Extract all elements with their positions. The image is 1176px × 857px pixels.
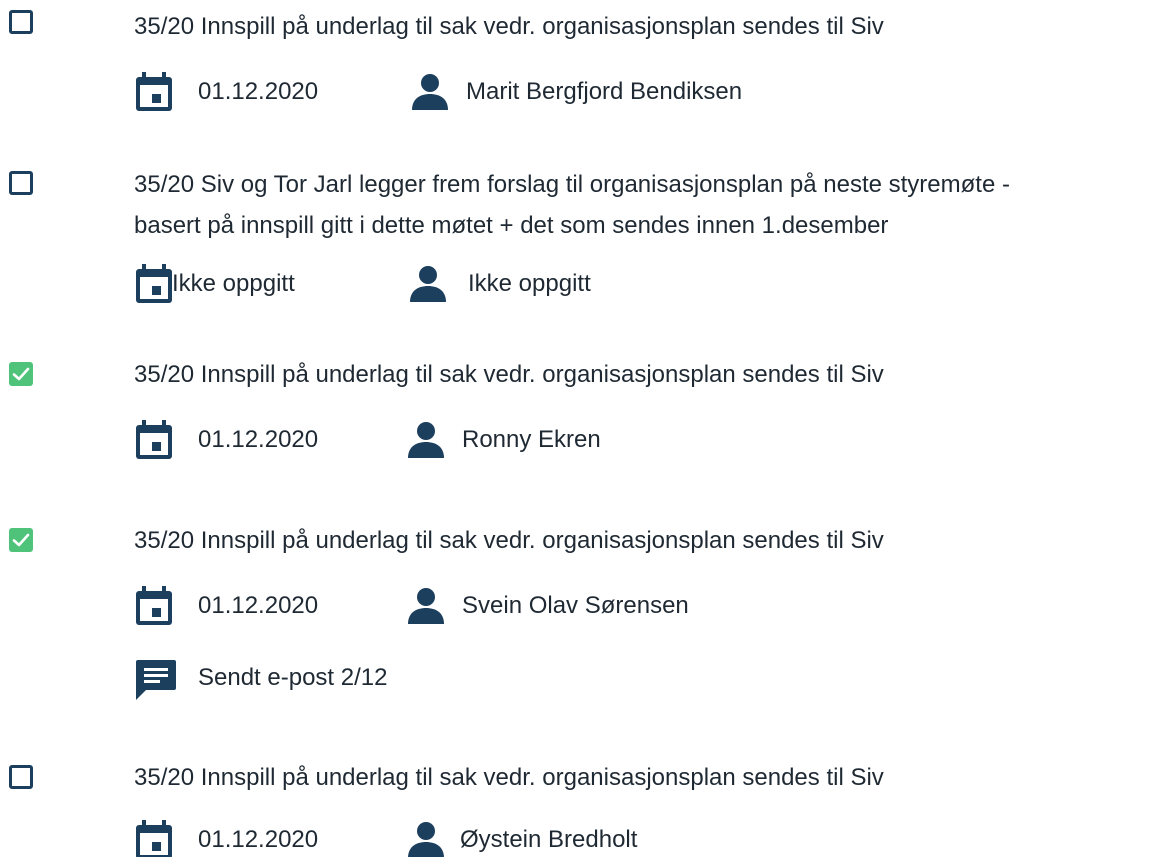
due-date: 01.12.2020 — [198, 592, 319, 619]
person-icon — [410, 266, 446, 302]
person-icon — [408, 588, 444, 624]
comment-icon — [136, 660, 176, 700]
comment-text: Sendt e-post 2/12 — [198, 664, 388, 691]
due-date: Ikke oppgitt — [172, 270, 295, 297]
calendar-icon — [136, 264, 172, 303]
due-date: 01.12.2020 — [198, 426, 319, 453]
person-icon — [408, 422, 444, 458]
checkbox-unchecked-icon[interactable] — [9, 765, 33, 789]
task-title: 35/20 Innspill på underlag til sak vedr.… — [134, 527, 884, 554]
task-title: 35/20 Innspill på underlag til sak vedr.… — [134, 13, 884, 40]
assignee-name: Marit Bergfjord Bendiksen — [466, 78, 743, 105]
assignee-name: Ronny Ekren — [462, 426, 601, 453]
checkbox-unchecked-icon[interactable] — [9, 10, 33, 34]
assignee-name: Svein Olav Sørensen — [462, 592, 689, 619]
task-title: 35/20 Siv og Tor Jarl legger frem forsla… — [134, 171, 1010, 198]
task-title-continued: basert på innspill gitt i dette møtet + … — [134, 212, 889, 239]
assignee-name: Øystein Bredholt — [460, 826, 638, 853]
checkbox-unchecked-icon[interactable] — [9, 171, 33, 195]
person-icon — [408, 822, 444, 857]
calendar-icon — [136, 72, 172, 111]
assignee-name: Ikke oppgitt — [468, 270, 591, 297]
checkbox-checked-icon[interactable] — [9, 362, 33, 386]
calendar-icon — [136, 420, 172, 459]
task-title: 35/20 Innspill på underlag til sak vedr.… — [134, 361, 884, 388]
calendar-icon — [136, 820, 172, 857]
due-date: 01.12.2020 — [198, 826, 319, 853]
calendar-icon — [136, 586, 172, 625]
task-title: 35/20 Innspill på underlag til sak vedr.… — [134, 764, 884, 791]
checkbox-checked-icon[interactable] — [9, 528, 33, 552]
due-date: 01.12.2020 — [198, 78, 319, 105]
person-icon — [412, 74, 448, 110]
